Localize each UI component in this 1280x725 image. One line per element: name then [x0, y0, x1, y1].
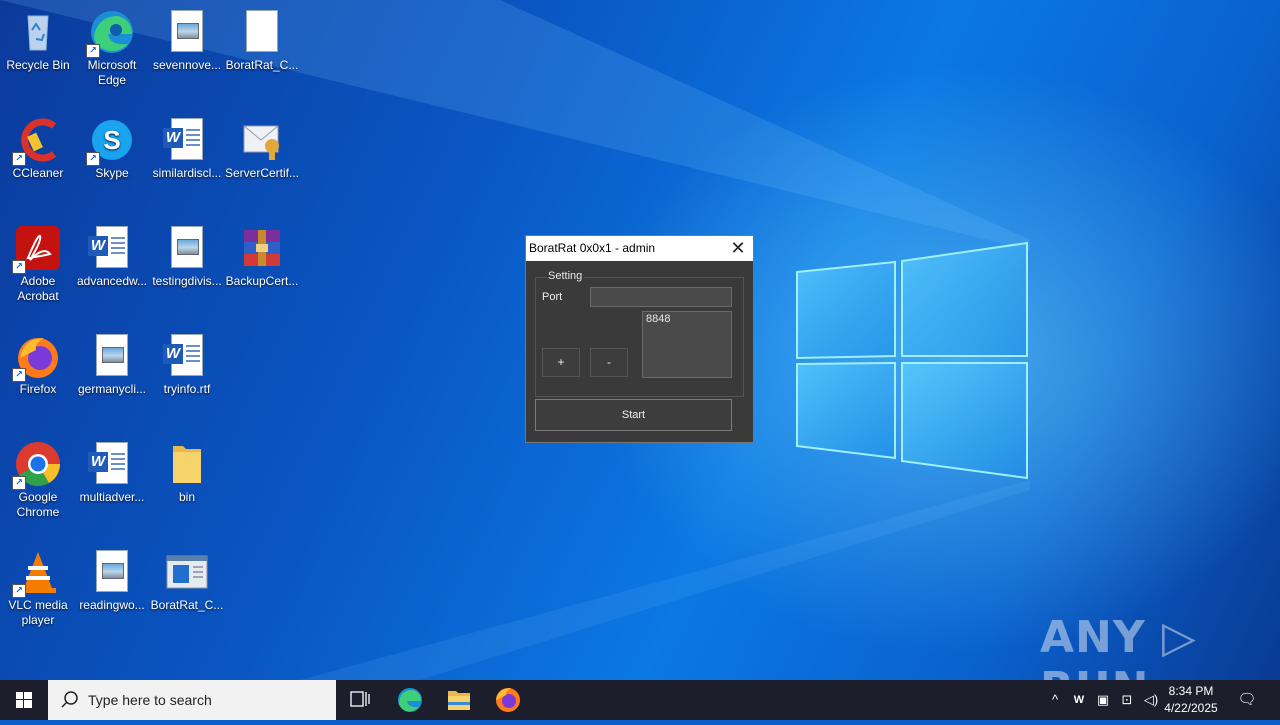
- image-file-icon: [88, 332, 136, 380]
- desktop-icon-germanycli[interactable]: germanycli...: [74, 326, 150, 397]
- edge-icon: ↗: [86, 8, 136, 58]
- shortcut-arrow-icon: ↗: [12, 152, 26, 166]
- search-placeholder: Type here to search: [88, 692, 212, 708]
- boratrat-dialog: BoratRat 0x0x1 - admin ✕ Setting Port 88…: [525, 235, 754, 443]
- close-icon[interactable]: ✕: [723, 236, 753, 261]
- shortcut-arrow-icon: ↗: [86, 152, 100, 166]
- shortcut-arrow-icon: ↗: [12, 368, 26, 382]
- shortcut-arrow-icon: ↗: [12, 584, 26, 598]
- blank-file-icon: [238, 8, 286, 56]
- start-menu-button[interactable]: [0, 680, 48, 720]
- desktop-icon-vlc[interactable]: ↗ VLC media player: [0, 542, 76, 628]
- desktop-icon-ccleaner[interactable]: ↗ CCleaner: [0, 110, 76, 181]
- shortcut-arrow-icon: ↗: [12, 260, 26, 274]
- notification-icon[interactable]: 🗨: [1237, 690, 1257, 710]
- setting-group-label: Setting: [546, 270, 585, 282]
- remove-port-button[interactable]: -: [590, 348, 628, 377]
- taskbar: Type here to search ^ W ▣ ⊡ ◁) 8:34 PM 4…: [0, 680, 1280, 720]
- desktop-icon-multiadver[interactable]: W multiadver...: [74, 434, 150, 505]
- adobe-acrobat-icon: ↗: [12, 224, 62, 274]
- shortcut-arrow-icon: ↗: [12, 476, 26, 490]
- desktop-icon-skype[interactable]: S ↗ Skype: [74, 110, 150, 181]
- ccleaner-icon: ↗: [12, 116, 62, 166]
- word-document-icon: W: [163, 116, 211, 164]
- desktop-icon-adobe-acrobat[interactable]: ↗ Adobe Acrobat: [0, 218, 76, 304]
- desktop-icon-sevennove[interactable]: sevennove...: [149, 2, 225, 73]
- folder-icon: [163, 440, 211, 488]
- port-input[interactable]: [590, 287, 732, 307]
- firefox-icon: ↗: [12, 332, 62, 382]
- clock[interactable]: 8:34 PM 4/22/2025: [1158, 683, 1224, 717]
- desktop-icon-firefox[interactable]: ↗ Firefox: [0, 326, 76, 397]
- taskbar-file-explorer-button[interactable]: [435, 680, 483, 720]
- winrar-archive-icon: [238, 224, 286, 272]
- device-tray-icon[interactable]: ▣: [1093, 690, 1113, 710]
- image-file-icon: [88, 548, 136, 596]
- certificate-icon: [238, 116, 286, 164]
- port-label: Port: [542, 291, 563, 303]
- firefox-icon: [496, 688, 520, 712]
- dialog-titlebar[interactable]: BoratRat 0x0x1 - admin ✕: [526, 236, 753, 261]
- word-document-icon: W: [163, 332, 211, 380]
- shortcut-arrow-icon: ↗: [86, 44, 100, 58]
- desktop-icon-testingdivis[interactable]: testingdivis...: [149, 218, 225, 289]
- taskbar-firefox-button[interactable]: [484, 680, 532, 720]
- vlc-icon: ↗: [12, 548, 62, 598]
- desktop-icon-boratrat-exe[interactable]: BoratRat_C...: [149, 542, 225, 613]
- windows-logo-icon: [16, 692, 32, 708]
- image-file-icon: [163, 224, 211, 272]
- start-button[interactable]: Start: [535, 399, 732, 431]
- desktop-icon-google-chrome[interactable]: ↗ Google Chrome: [0, 434, 76, 520]
- chrome-icon: ↗: [12, 440, 62, 490]
- desktop-icon-tryinfo[interactable]: W tryinfo.rtf: [149, 326, 225, 397]
- dialog-title: BoratRat 0x0x1 - admin: [529, 241, 656, 255]
- application-window-icon: [163, 548, 211, 596]
- desktop-icon-backupcert[interactable]: BackupCert...: [224, 218, 300, 289]
- task-view-button[interactable]: [336, 680, 384, 720]
- folder-icon: [448, 691, 470, 710]
- svg-text:S: S: [103, 125, 120, 155]
- chevron-up-icon[interactable]: ^: [1045, 690, 1065, 710]
- desktop-icon-recycle-bin[interactable]: Recycle Bin: [0, 2, 76, 73]
- desktop-icon-advancedw[interactable]: W advancedw...: [74, 218, 150, 289]
- search-icon: [61, 691, 78, 708]
- desktop-icon-servercertif[interactable]: ServerCertif...: [224, 110, 300, 181]
- desktop-icon-boratrat-file[interactable]: BoratRat_C...: [224, 2, 300, 73]
- network-icon[interactable]: ⊡: [1117, 690, 1137, 710]
- desktop-icon-microsoft-edge[interactable]: ↗ Microsoft Edge: [74, 2, 150, 88]
- clock-date: 4/22/2025: [1164, 701, 1218, 715]
- winrar-tray-icon[interactable]: W: [1069, 690, 1089, 710]
- taskbar-edge-button[interactable]: [386, 680, 434, 720]
- edge-icon: [398, 688, 422, 712]
- list-item[interactable]: 8848: [646, 313, 728, 325]
- task-view-icon: [350, 691, 370, 707]
- desktop-icon-similardiscl[interactable]: W similardiscl...: [149, 110, 225, 181]
- word-document-icon: W: [88, 224, 136, 272]
- port-listbox[interactable]: 8848: [642, 311, 732, 378]
- desktop-icon-bin[interactable]: bin: [149, 434, 225, 505]
- clock-time: 8:34 PM: [1168, 684, 1214, 698]
- anyrun-watermark: ANY ▷ RUN: [1040, 612, 1197, 714]
- taskbar-search-box[interactable]: Type here to search: [48, 680, 336, 720]
- recycle-bin-icon: [14, 8, 62, 56]
- image-file-icon: [163, 8, 211, 56]
- desktop-icon-readingwo[interactable]: readingwo...: [74, 542, 150, 613]
- add-port-button[interactable]: +: [542, 348, 580, 377]
- word-document-icon: W: [88, 440, 136, 488]
- skype-icon: S ↗: [86, 116, 136, 166]
